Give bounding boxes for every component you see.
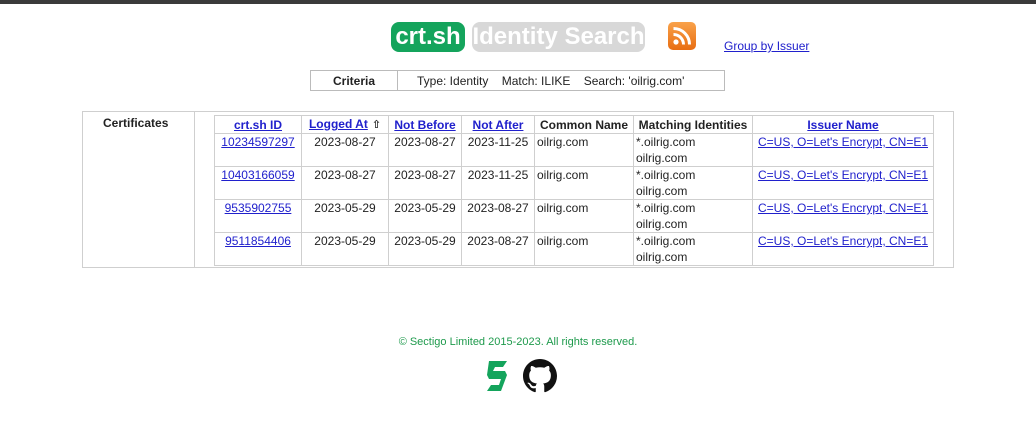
- col-header-logged-at[interactable]: Logged At ⇧: [301, 115, 389, 134]
- col-header-issuer[interactable]: Issuer Name: [752, 115, 934, 134]
- issuer-link[interactable]: C=US, O=Let's Encrypt, CN=E1: [758, 135, 928, 149]
- cell-id[interactable]: 10234597297: [214, 133, 302, 167]
- issuer-link[interactable]: C=US, O=Let's Encrypt, CN=E1: [758, 234, 928, 248]
- matching-identity: oilrig.com: [636, 250, 688, 264]
- crtsh-logo[interactable]: crt.sh: [391, 22, 465, 52]
- table-row: 10234597297 2023-08-27 2023-08-27 2023-1…: [214, 133, 934, 167]
- sort-logged-at-link[interactable]: Logged At: [309, 117, 368, 131]
- matching-identity: oilrig.com: [636, 217, 688, 231]
- certificates-label: Certificates: [103, 116, 169, 130]
- rss-feed-icon[interactable]: [668, 22, 696, 50]
- cell-issuer[interactable]: C=US, O=Let's Encrypt, CN=E1: [752, 199, 934, 233]
- matching-identity: *.oilrig.com: [636, 201, 696, 215]
- cert-id-link[interactable]: 9511854406: [225, 234, 291, 248]
- cert-id-link[interactable]: 10403166059: [221, 168, 294, 182]
- cell-issuer[interactable]: C=US, O=Let's Encrypt, CN=E1: [752, 133, 934, 167]
- table-header-row: crt.sh ID Logged At ⇧ Not Before Not Afte…: [214, 115, 934, 134]
- sort-id-link[interactable]: crt.sh ID: [234, 118, 282, 132]
- cell-matching-identities: *.oilrig.com oilrig.com: [633, 199, 753, 233]
- cert-id-link[interactable]: 10234597297: [221, 135, 294, 149]
- cell-issuer[interactable]: C=US, O=Let's Encrypt, CN=E1: [752, 232, 934, 266]
- matching-identity: *.oilrig.com: [636, 168, 696, 182]
- sort-ascending-icon: ⇧: [371, 119, 382, 131]
- matching-identity: oilrig.com: [636, 151, 688, 165]
- col-header-not-before[interactable]: Not Before: [388, 115, 462, 134]
- table-row: 9511854406 2023-05-29 2023-05-29 2023-08…: [214, 232, 934, 266]
- cell-id[interactable]: 9511854406: [214, 232, 302, 266]
- cell-common-name: oilrig.com: [534, 199, 634, 233]
- footer-icons: [485, 359, 557, 393]
- cell-common-name: oilrig.com: [534, 232, 634, 266]
- cell-logged-at: 2023-05-29: [301, 232, 389, 266]
- table-row: 10403166059 2023-08-27 2023-08-27 2023-1…: [214, 166, 934, 200]
- certificates-table: crt.sh ID Logged At ⇧ Not Before Not Afte…: [214, 115, 934, 266]
- cell-not-before: 2023-05-29: [388, 199, 462, 233]
- identity-search-logo: Identity Search: [472, 22, 645, 52]
- sort-not-after-link[interactable]: Not After: [473, 118, 524, 132]
- cell-not-after: 2023-11-25: [461, 133, 535, 167]
- cell-not-before: 2023-08-27: [388, 133, 462, 167]
- cell-not-before: 2023-08-27: [388, 166, 462, 200]
- sectigo-logo-icon[interactable]: [485, 359, 511, 393]
- cell-issuer[interactable]: C=US, O=Let's Encrypt, CN=E1: [752, 166, 934, 200]
- cell-common-name: oilrig.com: [534, 166, 634, 200]
- cell-not-after: 2023-08-27: [461, 232, 535, 266]
- cell-not-after: 2023-08-27: [461, 199, 535, 233]
- cell-logged-at: 2023-05-29: [301, 199, 389, 233]
- cell-id[interactable]: 9535902755: [214, 199, 302, 233]
- col-header-common-name: Common Name: [534, 115, 634, 134]
- cell-matching-identities: *.oilrig.com oilrig.com: [633, 232, 753, 266]
- cell-matching-identities: *.oilrig.com oilrig.com: [633, 166, 753, 200]
- cell-matching-identities: *.oilrig.com oilrig.com: [633, 133, 753, 167]
- cell-logged-at: 2023-08-27: [301, 133, 389, 167]
- issuer-link[interactable]: C=US, O=Let's Encrypt, CN=E1: [758, 201, 928, 215]
- cell-common-name: oilrig.com: [534, 133, 634, 167]
- matching-identity: *.oilrig.com: [636, 135, 696, 149]
- cert-id-link[interactable]: 9535902755: [225, 201, 292, 215]
- cell-not-before: 2023-05-29: [388, 232, 462, 266]
- matching-identity: *.oilrig.com: [636, 234, 696, 248]
- panel-divider: [194, 112, 195, 267]
- col-header-id[interactable]: crt.sh ID: [214, 115, 302, 134]
- criteria-box: Criteria Type: Identity Match: ILIKE Sea…: [310, 70, 725, 91]
- cell-id[interactable]: 10403166059: [214, 166, 302, 200]
- table-row: 9535902755 2023-05-29 2023-05-29 2023-08…: [214, 199, 934, 233]
- github-icon[interactable]: [523, 359, 557, 393]
- cell-not-after: 2023-11-25: [461, 166, 535, 200]
- group-by-issuer-link[interactable]: Group by Issuer: [724, 39, 809, 53]
- sort-not-before-link[interactable]: Not Before: [394, 118, 455, 132]
- col-header-not-after[interactable]: Not After: [461, 115, 535, 134]
- cell-logged-at: 2023-08-27: [301, 166, 389, 200]
- top-bar: [0, 0, 1036, 4]
- col-header-matching-identities: Matching Identities: [633, 115, 753, 134]
- matching-identity: oilrig.com: [636, 184, 688, 198]
- footer-copyright: © Sectigo Limited 2015-2023. All rights …: [398, 336, 638, 348]
- criteria-label: Criteria: [311, 71, 398, 90]
- criteria-value: Type: Identity Match: ILIKE Search: 'oil…: [417, 74, 685, 88]
- sort-issuer-link[interactable]: Issuer Name: [807, 118, 878, 132]
- issuer-link[interactable]: C=US, O=Let's Encrypt, CN=E1: [758, 168, 928, 182]
